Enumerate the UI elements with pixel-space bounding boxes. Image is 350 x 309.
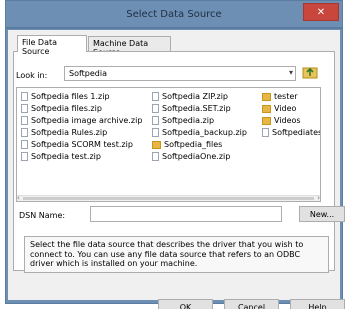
file-item[interactable]: Softpedia files 1.zip	[21, 91, 110, 102]
file-item[interactable]: Softpedia test.zip	[21, 151, 101, 162]
horizontal-scrollbar[interactable]: ‹ ›	[17, 194, 320, 201]
ok-button[interactable]: OK	[158, 299, 213, 309]
up-folder-button[interactable]	[301, 63, 319, 81]
file-name: Softpedia.SET.zip	[162, 104, 231, 113]
file-name: Softpedia files 1.zip	[31, 92, 110, 101]
folder-item[interactable]: Softpedia_files	[152, 139, 222, 150]
description-text: Select the file data source that describ…	[24, 236, 329, 273]
folder-icon	[262, 116, 271, 125]
help-button[interactable]: Help	[290, 299, 345, 309]
file-name: Softpedia_backup.zip	[162, 128, 247, 137]
file-item[interactable]: Softpedia Rules.zip	[21, 127, 107, 138]
file-icon	[21, 140, 28, 149]
new-button[interactable]: New...	[299, 206, 345, 222]
look-in-label: Look in:	[16, 71, 48, 80]
chevron-right-icon[interactable]: ›	[317, 194, 320, 201]
tab-machine-data-source[interactable]: Machine Data Source	[88, 36, 171, 57]
folder-name: Video	[274, 104, 297, 113]
folder-item[interactable]: tester	[262, 91, 298, 102]
file-icon	[152, 104, 159, 113]
select-data-source-dialog: Select Data Source ✕ File Data Source Ma…	[0, 0, 350, 309]
file-name: Softpedia SCORM test.zip	[31, 140, 133, 149]
close-button[interactable]: ✕	[303, 3, 339, 21]
file-item[interactable]: Softpedia.SET.zip	[152, 103, 231, 114]
file-name: Softpedia image archive.zip	[31, 116, 143, 125]
close-icon: ✕	[316, 6, 326, 18]
up-folder-icon	[302, 67, 318, 79]
file-icon	[152, 92, 159, 101]
file-list: Softpedia files 1.zip Softpedia files.zi…	[16, 87, 321, 202]
file-icon	[152, 152, 159, 161]
file-icon	[21, 104, 28, 113]
file-item[interactable]: Softpedia SCORM test.zip	[21, 139, 133, 150]
chevron-down-icon: ▾	[288, 68, 293, 77]
file-name: Softpedia ZIP.zip	[162, 92, 228, 101]
dsn-name-input[interactable]	[90, 206, 282, 222]
cancel-button[interactable]: Cancel	[224, 299, 279, 309]
file-item[interactable]: Softpedia image archive.zip	[21, 115, 142, 126]
file-item[interactable]: Softpedia_backup.zip	[152, 127, 247, 138]
file-icon	[21, 92, 28, 101]
file-item[interactable]: Softpedia files.zip	[21, 103, 102, 114]
folder-name: Softpedia_files	[164, 140, 223, 149]
file-name: Softpedia test.zip	[31, 152, 101, 161]
file-name: Softpedia.zip	[162, 116, 215, 125]
file-icon	[262, 128, 269, 137]
file-icon	[152, 116, 159, 125]
folder-icon	[262, 104, 271, 113]
file-name: Softpedia Rules.zip	[31, 128, 108, 137]
chevron-left-icon[interactable]: ‹	[17, 194, 20, 201]
folder-item[interactable]: Video	[262, 103, 296, 114]
file-item[interactable]: Softpedia.zip	[152, 115, 214, 126]
file-item[interactable]: Softpedia ZIP.zip	[152, 91, 228, 102]
folder-name: tester	[274, 92, 298, 101]
dialog-body: File Data Source Machine Data Source Loo…	[8, 30, 345, 309]
look-in-value: Softpedia	[69, 69, 107, 78]
file-icon	[152, 128, 159, 137]
scroll-thumb[interactable]	[23, 197, 314, 200]
folder-item[interactable]: Videos	[262, 115, 301, 126]
file-name: SoftpediaOne.zip	[162, 152, 231, 161]
title-bar: Select Data Source ✕	[5, 0, 343, 28]
dsn-name-label: DSN Name:	[19, 211, 66, 220]
tab-file-data-source[interactable]: File Data Source	[17, 35, 87, 56]
file-icon	[21, 116, 28, 125]
file-icon	[21, 128, 28, 137]
folder-name: Videos	[274, 116, 301, 125]
look-in-dropdown[interactable]: Softpedia ▾	[64, 66, 296, 81]
window-title: Select Data Source	[126, 9, 222, 20]
folder-icon	[152, 140, 161, 149]
file-name: Softpediateste	[272, 128, 320, 137]
file-item[interactable]: Softpediateste	[262, 127, 320, 138]
file-item[interactable]: SoftpediaOne.zip	[152, 151, 230, 162]
file-name: Softpedia files.zip	[31, 104, 102, 113]
file-icon	[21, 152, 28, 161]
folder-icon	[262, 92, 271, 101]
